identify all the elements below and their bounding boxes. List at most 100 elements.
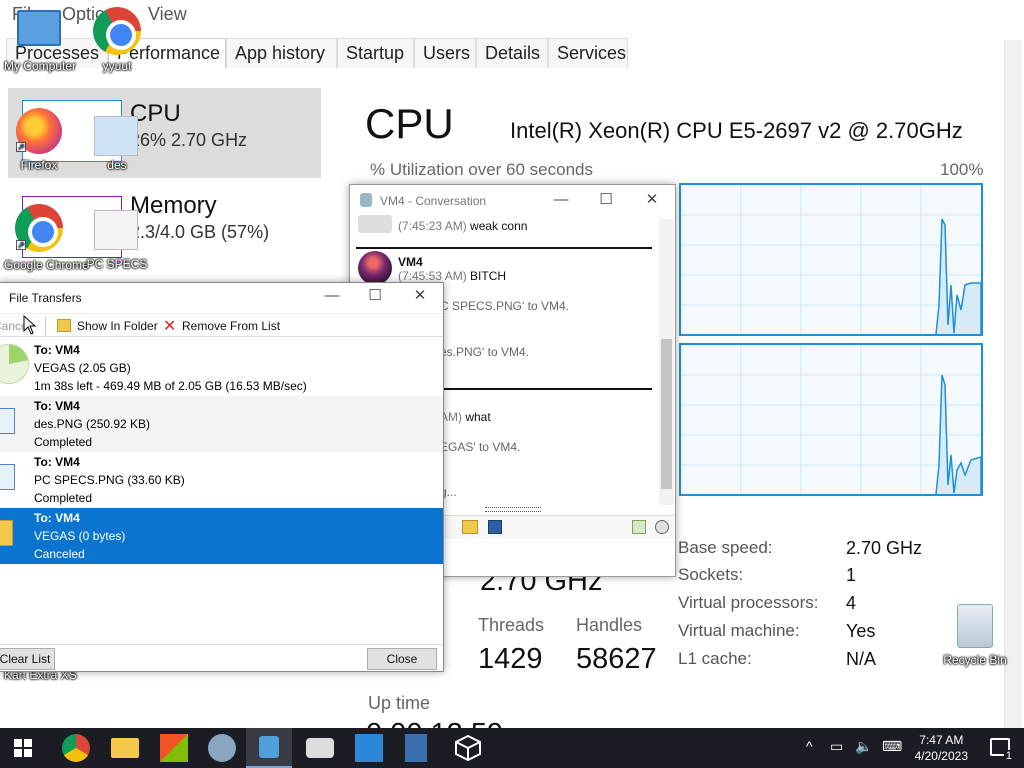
message: C SPECS.PNG' to VM4. xyxy=(440,299,569,313)
recycle-bin-icon xyxy=(957,604,993,648)
desktop-icon-label: Google Chrome xyxy=(4,258,89,272)
file-transfers-title: File Transfers xyxy=(9,291,82,305)
language-icon[interactable]: ⌨ xyxy=(882,738,902,755)
close-button[interactable]: Close xyxy=(367,648,437,670)
image-file-icon xyxy=(94,116,138,156)
detail-label: L1 cache: xyxy=(678,649,752,668)
chrome-icon xyxy=(93,7,141,55)
desktop-icon-google-chrome[interactable]: ↗ Google Chrome xyxy=(4,204,89,280)
uptime-label: Up time xyxy=(368,693,431,713)
cpu-core-graph-2 xyxy=(679,343,983,496)
image-file-icon xyxy=(0,464,15,490)
image-file-icon xyxy=(94,210,138,250)
detail-label: Virtual machine: xyxy=(678,621,800,640)
windows-start-icon[interactable] xyxy=(14,739,32,757)
app-icon[interactable] xyxy=(208,734,236,762)
list-item[interactable]: To: VM4 VEGAS (2.05 GB) 1m 38s left - 46… xyxy=(0,340,443,396)
cpu-core-graph-1 xyxy=(679,183,983,336)
send-file-icon[interactable] xyxy=(632,520,646,534)
tab-services[interactable]: Services xyxy=(548,38,628,68)
transfer-status: Completed xyxy=(34,435,93,449)
detail-value: 4 xyxy=(846,593,857,613)
save-icon[interactable] xyxy=(488,520,502,534)
message: AM) what xyxy=(440,410,491,424)
avatar xyxy=(358,215,392,233)
file-transfers-toolbar: Cancel Show In Folder ✕ Remove From List xyxy=(0,313,443,337)
file-transfers-titlebar[interactable]: File Transfers — ☐ ✕ xyxy=(0,283,443,311)
detail-value: 1 xyxy=(846,565,857,585)
file-explorer-icon[interactable] xyxy=(111,738,139,758)
desktop-icon-my-computer[interactable]: My Computer xyxy=(4,6,77,76)
clock-time: 7:47 AM xyxy=(919,733,964,747)
desktop-icon-pc-specs[interactable]: PC SPECS xyxy=(82,206,152,272)
close-button[interactable]: ✕ xyxy=(405,285,435,307)
network-icon[interactable]: ▭ xyxy=(830,738,843,755)
volume-icon[interactable]: 🔈 xyxy=(855,738,872,755)
taskbar: ^ ▭ 🔈 ⌨ 7:47 AM 4/20/2023 1 xyxy=(0,728,1024,768)
desktop-icon-des[interactable]: des xyxy=(82,112,152,172)
tab-details[interactable]: Details xyxy=(476,38,548,68)
shortcut-arrow-icon: ↗ xyxy=(16,142,26,152)
chevron-up-icon[interactable]: ^ xyxy=(806,738,813,754)
message: (7:45:23 AM) weak conn xyxy=(398,219,528,233)
message-sender: VM4 xyxy=(398,255,423,269)
chrome-icon[interactable] xyxy=(62,734,90,762)
list-item[interactable]: To: VM4 VEGAS (0 bytes) Canceled xyxy=(0,508,443,564)
scrollbar-thumb[interactable] xyxy=(661,339,672,489)
3d-viewer-icon[interactable] xyxy=(454,734,482,762)
clock-date: 4/20/2023 xyxy=(914,749,968,763)
store-icon[interactable] xyxy=(160,734,188,762)
transfer-recipient: To: VM4 xyxy=(34,343,80,357)
list-item[interactable]: To: VM4 des.PNG (250.92 KB) Completed xyxy=(0,396,443,452)
maximize-button[interactable]: ☐ xyxy=(360,285,390,307)
clock[interactable]: 7:47 AM 4/20/2023 xyxy=(915,732,968,764)
desktop-icon-label: My Computer xyxy=(4,59,77,73)
desktop-icon-firefox[interactable]: ↗ Firefox xyxy=(4,108,74,172)
folder-icon[interactable] xyxy=(462,520,478,534)
image-file-icon xyxy=(0,408,15,434)
desktop-icon-label: des xyxy=(107,158,127,172)
mouse-cursor xyxy=(23,314,37,335)
tab-startup[interactable]: Startup xyxy=(337,38,414,68)
history-icon[interactable] xyxy=(655,520,669,534)
utilization-max: 100% xyxy=(940,160,984,179)
toolbar-divider xyxy=(45,317,46,335)
show-in-folder-button[interactable]: Show In Folder xyxy=(77,319,158,333)
threads-label: Threads xyxy=(478,615,545,635)
minimize-button[interactable]: — xyxy=(546,189,576,211)
desktop-icon-yyuut[interactable]: yyuut xyxy=(82,4,152,74)
conversation-titlebar[interactable]: VM4 - Conversation — ☐ ✕ xyxy=(350,185,675,217)
file-transfers-window: File Transfers — ☐ ✕ Cancel Show In Fold… xyxy=(0,282,444,672)
tab-app-history[interactable]: App history xyxy=(226,38,337,68)
desktop-icon-label: PC SPECS xyxy=(86,257,148,271)
cpu-model: Intel(R) Xeon(R) CPU E5-2697 v2 @ 2.70GH… xyxy=(510,118,963,143)
handles-label: Handles xyxy=(576,615,643,635)
conversation-title: VM4 - Conversation xyxy=(380,194,487,208)
notifications-icon[interactable]: 1 xyxy=(990,738,1014,762)
transfer-file: VEGAS (0 bytes) xyxy=(34,529,126,543)
minimize-button[interactable]: — xyxy=(317,285,347,307)
tab-users[interactable]: Users xyxy=(414,38,476,68)
conversation-scrollbar[interactable] xyxy=(659,219,674,505)
close-button[interactable]: ✕ xyxy=(637,189,667,211)
desktop-icon-recycle-bin[interactable]: Recycle Bin xyxy=(940,602,1010,668)
calendar-icon[interactable] xyxy=(355,734,383,762)
taskbar-active-app[interactable] xyxy=(246,728,292,768)
transfer-file: des.PNG (250.92 KB) xyxy=(34,417,151,431)
transfer-status: Completed xyxy=(34,491,93,505)
detail-label: Virtual processors: xyxy=(678,593,819,612)
progress-pie-icon xyxy=(0,344,29,384)
shortcut-arrow-icon: ↗ xyxy=(16,240,26,250)
transfer-file: VEGAS (2.05 GB) xyxy=(34,361,131,375)
detail-value: Yes xyxy=(846,621,876,641)
list-item[interactable]: To: VM4 PC SPECS.PNG (33.60 KB) Complete… xyxy=(0,452,443,508)
remove-from-list-button[interactable]: Remove From List xyxy=(182,319,280,333)
app-icon xyxy=(360,193,372,207)
clear-list-button[interactable]: Clear List xyxy=(0,648,55,670)
camera-icon[interactable] xyxy=(306,738,334,758)
calculator-icon[interactable] xyxy=(405,734,427,762)
resize-grip[interactable] xyxy=(485,507,541,512)
maximize-button[interactable]: ☐ xyxy=(591,189,621,211)
transfer-recipient: To: VM4 xyxy=(34,511,80,525)
menu-view[interactable]: View xyxy=(148,4,187,25)
